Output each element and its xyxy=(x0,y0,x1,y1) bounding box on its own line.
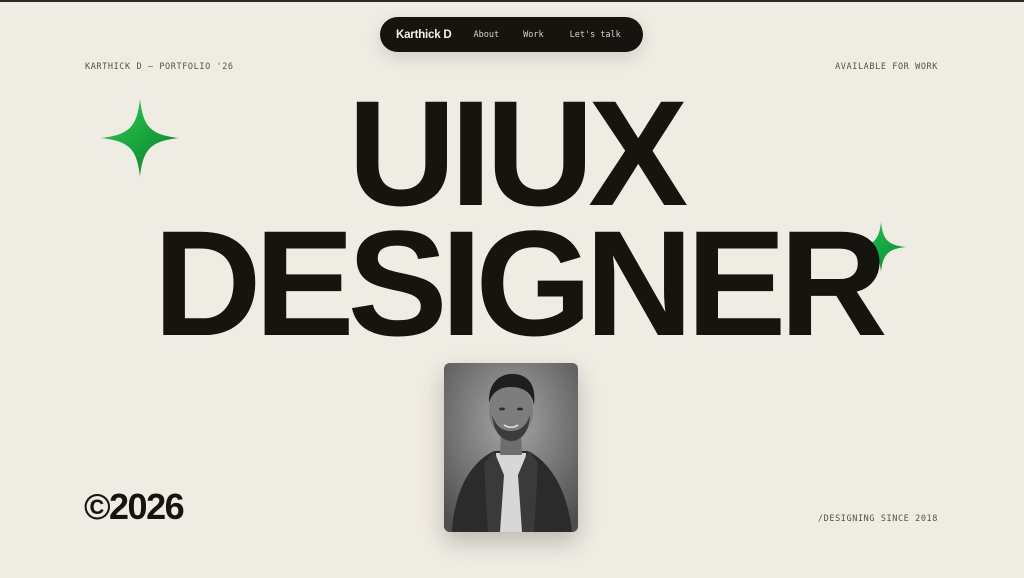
hero-title-line-2: DESIGNER xyxy=(153,199,887,367)
copyright-year: ©2026 xyxy=(84,486,185,527)
top-nav: Karthick D About Work Let's talk xyxy=(380,17,643,52)
nav-brand-link[interactable]: Karthick D xyxy=(396,29,452,41)
portfolio-label: KARTHICK D — PORTFOLIO '26 xyxy=(85,62,234,72)
portrait-image xyxy=(444,363,578,532)
top-divider xyxy=(0,0,1024,2)
nav-link-work[interactable]: Work xyxy=(523,30,543,40)
designing-since-label: /DESIGNING SINCE 2018 xyxy=(817,514,938,524)
profile-photo xyxy=(444,363,578,532)
availability-label: AVAILABLE FOR WORK xyxy=(835,62,938,72)
nav-link-about[interactable]: About xyxy=(474,30,500,40)
nav-link-lets-talk[interactable]: Let's talk xyxy=(570,30,621,40)
